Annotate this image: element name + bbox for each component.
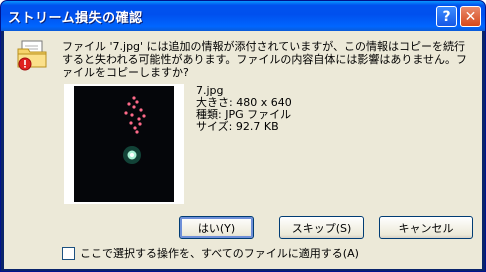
close-icon: ✕ [464, 8, 477, 25]
folder-warning-icon [17, 40, 47, 71]
skip-button[interactable]: スキップ(S) [279, 216, 364, 239]
apply-to-all-label[interactable]: ここで選択する操作を、すべてのファイルに適用する(A) [80, 245, 359, 261]
close-button[interactable]: ✕ [460, 6, 481, 27]
apply-to-all-checkbox[interactable] [62, 246, 75, 260]
warning-message: ファイル '7.jpg' には追加の情報が添付されていますが、この情報はコピーを… [62, 40, 468, 79]
thumbnail-image [74, 86, 174, 202]
file-size: サイズ: 92.7 KB [196, 120, 279, 133]
cancel-button[interactable]: キャンセル [379, 216, 473, 239]
file-details: 7.jpg 大きさ: 480 x 640 種類: JPG ファイル サイズ: 9… [196, 85, 292, 133]
help-button[interactable]: ? [436, 6, 457, 27]
help-icon: ? [442, 8, 451, 25]
stream-loss-dialog: ストリーム損失の確認 ? ✕ ファイル '7.jpg' には追加の情報が添付され… [0, 0, 486, 272]
yes-button[interactable]: はい(Y) [179, 216, 254, 239]
title-bar[interactable]: ストリーム損失の確認 ? ✕ [1, 1, 485, 31]
dialog-title: ストリーム損失の確認 [8, 11, 143, 26]
image-thumbnail [64, 84, 184, 204]
apply-to-all-row[interactable]: ここで選択する操作を、すべてのファイルに適用する(A) [62, 246, 359, 260]
dialog-body: ファイル '7.jpg' には追加の情報が添付されていますが、この情報はコピーを… [4, 31, 482, 269]
